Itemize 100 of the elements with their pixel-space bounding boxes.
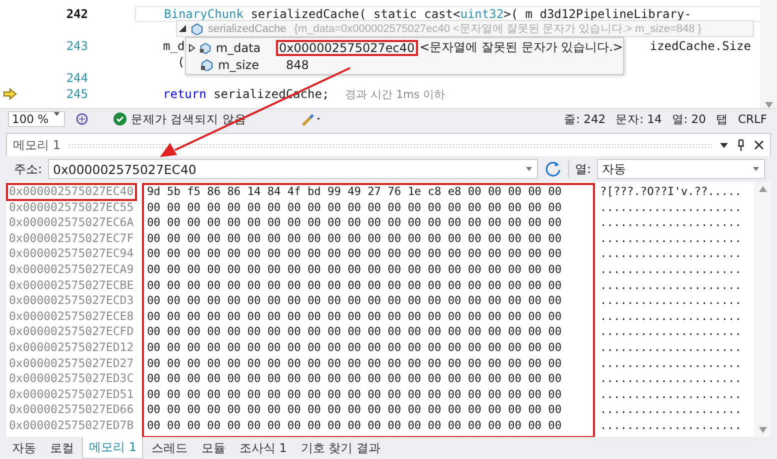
field-icon	[198, 42, 212, 54]
panel-tab[interactable]: 스레드	[145, 438, 194, 458]
ascii-text: .....................	[600, 356, 742, 372]
hex-bytes: 00 00 00 00 00 00 00 00 00 00 00 00 00 00 00 00 00 00 00 00 00	[147, 246, 562, 262]
code-text: BinaryChunk	[164, 7, 244, 21]
close-icon[interactable]	[754, 140, 764, 150]
member-value: 0x000002575027ec40	[277, 40, 417, 54]
hex-bytes: 00 00 00 00 00 00 00 00 00 00 00 00 00 00 00 00 00 00 00 00 00	[147, 262, 562, 278]
ascii-text: .....................	[600, 200, 742, 216]
hex-bytes: 00 00 00 00 00 00 00 00 00 00 00 00 00 00 00 00 00 00 00 00 00	[147, 308, 562, 324]
line-number: 244	[65, 71, 88, 85]
address-cell-text: 0x000002575027EC7F	[8, 230, 135, 246]
hex-bytes: 00 00 00 00 00 00 00 00 00 00 00 00 00 00 00 00 00 00 00 00 00	[147, 293, 562, 309]
line-number: 243	[65, 39, 88, 53]
variable-summary: {m_data=0x000002575027ec40 <문자열에 잘못된 문자가 있습니다.> m_size=848 }	[294, 22, 702, 36]
ascii-text: .....................	[600, 402, 742, 418]
indent-indicator[interactable]: 탭	[716, 112, 728, 126]
address-cell-text: 0x000002575027ED3C	[8, 371, 135, 387]
address-cell-text: 0x000002575027ECD3	[8, 293, 135, 309]
panel-tab[interactable]: 모듈	[195, 438, 232, 458]
address-field[interactable]: 0x000002575027EC40	[48, 159, 538, 179]
scroll-down-icon[interactable]	[758, 427, 766, 433]
member-name: m_data	[216, 40, 262, 54]
caret-icon[interactable]	[524, 166, 534, 172]
hex-bytes: 00 00 00 00 00 00 00 00 00 00 00 00 00 00 00 00 00 00 00 00 00	[147, 340, 562, 356]
columns-label: 열:	[575, 160, 592, 178]
panel-tab[interactable]: 기호 찾기 결과	[294, 438, 387, 458]
address-cell-text: 0x000002575027ED7B	[8, 418, 135, 434]
hex-bytes: 00 00 00 00 00 00 00 00 00 00 00 00 00 00 00 00 00 00 00 00 00	[147, 371, 562, 387]
object-icon	[190, 22, 204, 34]
hex-bytes: 00 00 00 00 00 00 00 00 00 00 00 00 00 00 00 00 00 00 00 00 00	[147, 356, 562, 372]
column-indicator: 열: 20	[672, 112, 706, 126]
columns-dropdown[interactable]: 자동	[597, 159, 765, 179]
address-cell-text: 0x000002575027ED27	[8, 356, 135, 372]
scroll-up-icon[interactable]	[758, 186, 766, 192]
address-cell: 0x000002575027EC40	[7, 184, 136, 200]
health-icon[interactable]	[75, 112, 89, 126]
hex-bytes: 00 00 00 00 00 00 00 00 00 00 00 00 00 00 00 00 00 00 00 00 00	[147, 386, 562, 402]
line-indicator: 줄: 242	[564, 112, 606, 126]
check-icon	[113, 112, 127, 126]
char-indicator: 문자: 14	[616, 112, 662, 126]
panel-tab[interactable]: 자동	[6, 438, 42, 458]
address-cell-text: 0x000002575027ECFD	[8, 324, 135, 340]
ascii-text: .....................	[600, 262, 742, 278]
refresh-icon[interactable]	[544, 160, 562, 178]
address-cell-text: 0x000002575027EC55	[8, 200, 135, 216]
member-note: <문자열에 잘못된 문자가 있습니다.>	[420, 39, 623, 56]
address-cell-text: 0x000002575027ECA9	[8, 262, 135, 278]
member-name: m_size	[218, 58, 260, 72]
ascii-text: ?[???.?O??I'v.??.....	[600, 184, 742, 200]
hex-bytes: 00 00 00 00 00 00 00 00 00 00 00 00 00 00 00 00 00 00 00 00 00	[147, 230, 562, 246]
panel-title: 메모리 1	[13, 136, 60, 154]
member-value: 848	[285, 58, 310, 72]
hex-bytes: 00 00 00 00 00 00 00 00 00 00 00 00 00 00 00 00 00 00 00 00 00	[147, 200, 562, 216]
address-cell-text: 0x000002575027ECBE	[8, 278, 135, 294]
line-ending-indicator[interactable]: CRLF	[738, 112, 767, 126]
zoom-dropdown[interactable]: 100 %	[8, 111, 65, 127]
elapsed-time-hint: 경과 시간 1ms 이하	[345, 86, 446, 102]
ascii-text: .....................	[600, 308, 742, 324]
code-text: izedCache.Size	[650, 39, 751, 53]
line-number: 242	[65, 7, 88, 21]
code-text: uint32	[460, 7, 504, 21]
ascii-text: .....................	[600, 386, 742, 402]
expand-icon[interactable]	[189, 44, 196, 52]
hex-bytes: 9d 5b f5 86 86 14 84 4f bd 99 49 27 76 1e c8 e8 00 00 00 00 00	[147, 184, 562, 200]
caret-icon[interactable]	[52, 112, 61, 117]
panel-tab[interactable]: 로컬	[44, 438, 80, 458]
dropdown-icon[interactable]	[720, 142, 728, 148]
address-cell-text: 0x000002575027ED12	[8, 340, 135, 356]
ascii-text: .....................	[600, 246, 742, 262]
ascii-text: .....................	[600, 340, 742, 356]
variable-name: serializedCache	[208, 22, 286, 34]
address-label: 주소:	[14, 160, 42, 178]
ascii-text: .....................	[600, 324, 742, 340]
ascii-text: .....................	[600, 230, 742, 246]
code-text: return	[163, 87, 206, 101]
code-text: serializedCache( static cast<	[250, 7, 460, 21]
address-cell-text: 0x000002575027ED66	[8, 402, 135, 418]
collapse-icon[interactable]	[179, 25, 186, 32]
address-cell-text: 0x000002575027EC6A	[8, 215, 135, 231]
panel-tab[interactable]: 조사식 1	[233, 438, 293, 458]
code-text: >( m d3d12PipelineLibrary-	[504, 7, 692, 21]
hex-bytes: 00 00 00 00 00 00 00 00 00 00 00 00 00 00 00 00 00 00 00 00 00	[147, 418, 562, 434]
hex-bytes: 00 00 00 00 00 00 00 00 00 00 00 00 00 00 00 00 00 00 00 00 00	[147, 278, 562, 294]
ascii-text: .....................	[600, 215, 742, 231]
ascii-text: .....................	[600, 371, 742, 387]
field-icon	[200, 58, 214, 70]
ascii-text: .....................	[600, 418, 742, 434]
address-cell-text: 0x000002575027ECE8	[8, 308, 135, 324]
panel-tab[interactable]: 메모리 1	[82, 437, 144, 459]
line-number: 245	[65, 87, 88, 101]
address-cell-text: 0x000002575027EC94	[8, 246, 135, 262]
ascii-text: .....................	[600, 278, 742, 294]
code-text: (	[176, 55, 185, 69]
ascii-text: .....................	[600, 293, 742, 309]
hex-bytes: 00 00 00 00 00 00 00 00 00 00 00 00 00 00 00 00 00 00 00 00 00	[147, 402, 562, 418]
address-cell-text: 0x000002575027ED51	[8, 386, 135, 402]
caret-icon[interactable]	[751, 166, 761, 172]
hex-bytes: 00 00 00 00 00 00 00 00 00 00 00 00 00 00 00 00 00 00 00 00 00	[147, 215, 562, 231]
pin-icon[interactable]	[736, 139, 746, 151]
